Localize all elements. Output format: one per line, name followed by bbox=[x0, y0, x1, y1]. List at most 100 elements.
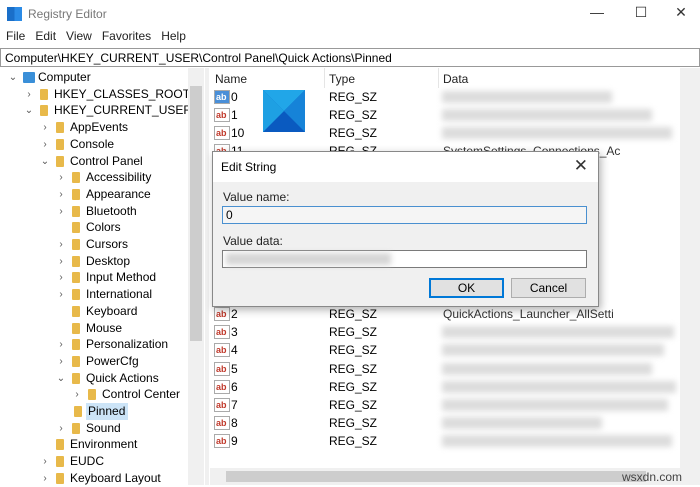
value-row[interactable]: ab 9 REG_SZ bbox=[210, 432, 680, 450]
chevron-right-icon[interactable]: › bbox=[56, 169, 66, 186]
value-name: 7 bbox=[231, 397, 238, 412]
chevron-down-icon[interactable]: ⌄ bbox=[24, 102, 34, 119]
window-title: Registry Editor bbox=[28, 7, 107, 21]
folder-icon bbox=[72, 372, 80, 384]
folder-icon bbox=[40, 88, 48, 100]
value-type: REG_SZ bbox=[329, 361, 378, 376]
menu-edit[interactable]: Edit bbox=[35, 29, 56, 43]
tree-scrollbar-thumb[interactable] bbox=[190, 86, 202, 341]
value-row[interactable]: ab 5 REG_SZ bbox=[210, 360, 680, 378]
string-value-icon: ab bbox=[214, 343, 230, 358]
blurred-value-data bbox=[442, 91, 612, 103]
folder-icon bbox=[56, 439, 64, 451]
tree-item-label: Accessibility bbox=[86, 170, 152, 185]
folder-icon bbox=[72, 239, 80, 250]
column-type[interactable]: Type bbox=[329, 72, 355, 86]
tree-item-label: Appearance bbox=[86, 186, 151, 201]
dialog-title-bar: Edit String ✕ bbox=[213, 152, 598, 182]
title-bar: Registry Editor — ☐ ✕ bbox=[0, 0, 700, 28]
folder-icon bbox=[72, 355, 80, 367]
chevron-down-icon[interactable]: ⌄ bbox=[8, 69, 18, 86]
value-type: REG_SZ bbox=[329, 433, 378, 448]
value-type: REG_SZ bbox=[329, 90, 378, 104]
pane-splitter[interactable] bbox=[205, 68, 209, 485]
menu-help[interactable]: Help bbox=[161, 29, 186, 43]
chevron-right-icon[interactable]: › bbox=[24, 86, 34, 103]
dialog-title: Edit String bbox=[221, 160, 277, 174]
menu-bar: File Edit View Favorites Help bbox=[0, 29, 700, 47]
folder-icon bbox=[72, 272, 80, 284]
menu-view[interactable]: View bbox=[66, 29, 92, 43]
tree-item-label: Console bbox=[70, 136, 115, 151]
folder-icon bbox=[72, 205, 80, 217]
minimize-button[interactable]: — bbox=[582, 4, 612, 24]
value-name: 5 bbox=[231, 361, 238, 376]
blurred-value-data bbox=[442, 362, 652, 375]
value-row[interactable]: ab 3 REG_SZ bbox=[210, 323, 680, 341]
values-scrollbar[interactable] bbox=[680, 68, 700, 468]
value-name: 3 bbox=[231, 325, 238, 340]
folder-icon bbox=[72, 305, 80, 317]
chevron-right-icon[interactable]: › bbox=[40, 119, 50, 136]
value-name: 0 bbox=[231, 90, 238, 104]
value-type: REG_SZ bbox=[329, 108, 378, 123]
menu-favorites[interactable]: Favorites bbox=[102, 29, 151, 43]
computer-icon bbox=[23, 72, 35, 83]
tree-item-label: Computer bbox=[38, 70, 91, 84]
value-row[interactable]: ab 8 REG_SZ bbox=[210, 414, 680, 432]
chevron-right-icon[interactable]: › bbox=[56, 269, 66, 286]
ok-button[interactable]: OK bbox=[429, 278, 504, 298]
registry-editor-icon bbox=[7, 7, 22, 21]
chevron-right-icon[interactable]: › bbox=[56, 186, 66, 203]
folder-icon bbox=[72, 422, 80, 434]
chevron-right-icon[interactable]: › bbox=[72, 386, 82, 403]
chevron-down-icon[interactable]: ⌄ bbox=[40, 153, 50, 170]
chevron-down-icon[interactable]: ⌄ bbox=[56, 370, 66, 387]
column-divider bbox=[324, 68, 325, 88]
value-name: 9 bbox=[231, 433, 238, 448]
tree-item-label: AppEvents bbox=[70, 120, 129, 135]
chevron-right-icon[interactable]: › bbox=[56, 420, 66, 437]
column-name[interactable]: Name bbox=[215, 72, 247, 86]
tree-item-label: Keyboard bbox=[86, 303, 138, 318]
value-row[interactable]: ab 4 REG_SZ bbox=[210, 341, 680, 359]
value-name-field[interactable]: 0 bbox=[222, 206, 587, 224]
tree-item-label: Input Method bbox=[86, 270, 157, 285]
maximize-button[interactable]: ☐ bbox=[626, 4, 656, 24]
chevron-right-icon[interactable]: › bbox=[40, 453, 50, 470]
blurred-value-data bbox=[442, 398, 668, 411]
tree-item[interactable]: Pinned bbox=[74, 403, 128, 420]
column-data[interactable]: Data bbox=[443, 72, 468, 86]
folder-icon bbox=[40, 105, 48, 117]
chevron-right-icon[interactable]: › bbox=[56, 336, 66, 353]
chevron-right-icon[interactable]: › bbox=[40, 470, 50, 487]
folder-icon bbox=[74, 406, 82, 417]
tree-item-label: International bbox=[86, 287, 153, 302]
cancel-button[interactable]: Cancel bbox=[511, 278, 586, 298]
string-value-icon: ab bbox=[214, 433, 230, 448]
folder-icon bbox=[88, 389, 96, 401]
close-button[interactable]: ✕ bbox=[666, 4, 696, 24]
tree-item-label: HKEY_CLASSES_ROOT bbox=[54, 86, 191, 101]
horizontal-scrollbar-thumb[interactable] bbox=[226, 471, 646, 482]
chevron-right-icon[interactable]: › bbox=[56, 236, 66, 253]
string-value-icon: ab bbox=[214, 397, 230, 412]
menu-file[interactable]: File bbox=[6, 29, 25, 43]
chevron-right-icon[interactable]: › bbox=[40, 136, 50, 153]
chevron-right-icon[interactable]: › bbox=[56, 286, 66, 303]
value-data-field[interactable] bbox=[222, 250, 587, 268]
value-type: REG_SZ bbox=[329, 325, 378, 340]
value-row[interactable]: ab 6 REG_SZ bbox=[210, 378, 680, 396]
dialog-close-icon[interactable]: ✕ bbox=[574, 156, 588, 176]
tree-item-label: Pinned bbox=[88, 404, 126, 418]
value-name: 6 bbox=[231, 379, 238, 394]
chevron-right-icon[interactable]: › bbox=[56, 353, 66, 370]
chevron-right-icon[interactable]: › bbox=[56, 203, 66, 220]
chevron-right-icon[interactable]: › bbox=[56, 253, 66, 270]
tree-item-label: Sound bbox=[86, 420, 121, 435]
string-value-icon: ab bbox=[214, 379, 230, 394]
value-row[interactable]: ab 7 REG_SZ bbox=[210, 396, 680, 414]
value-row[interactable]: ab 2 REG_SZ QuickActions_Launcher_AllSetti bbox=[210, 305, 680, 323]
key-tree: ⌄ Computer › HKEY_CLASSES_ROOT ⌄ HKEY_CURRENT… bbox=[0, 68, 192, 487]
address-bar[interactable]: Computer\HKEY_CURRENT_USER\Control Panel… bbox=[0, 48, 700, 67]
